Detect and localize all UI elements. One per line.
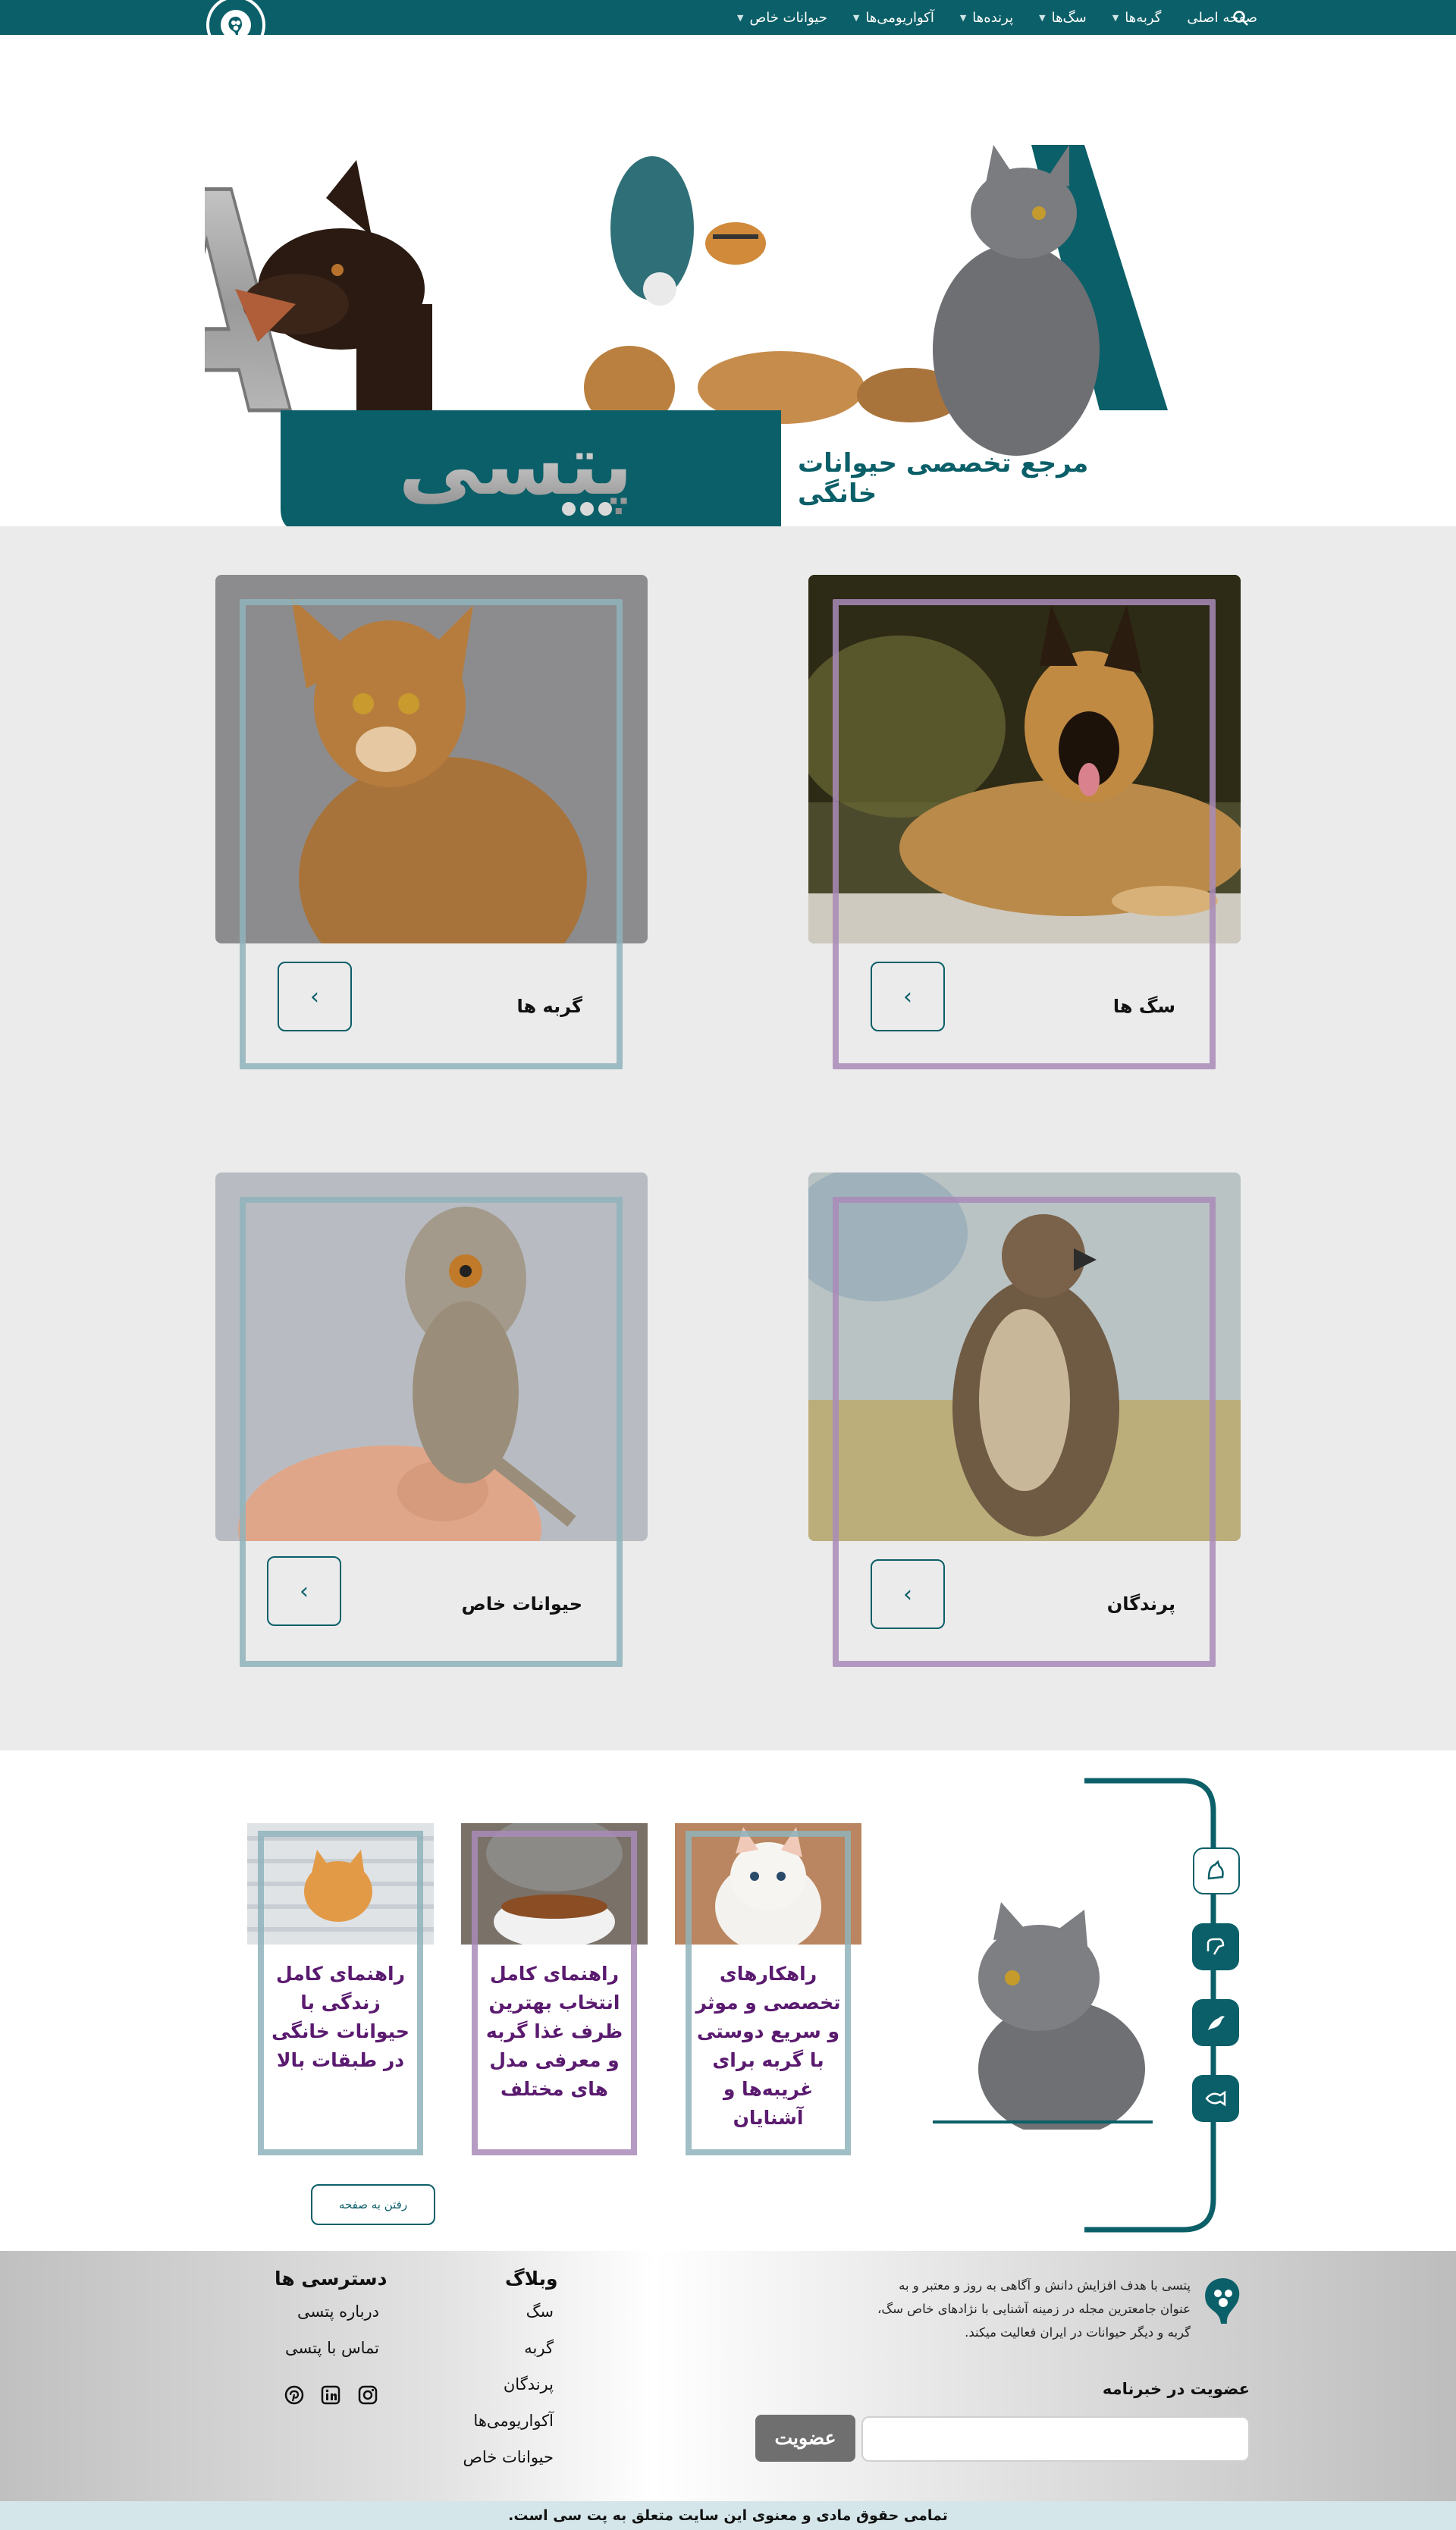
nav-item-label: پرنده‌ها (972, 9, 1014, 26)
view-more-button[interactable]: رفتن به صفحه (311, 2184, 435, 2225)
chevron-right-icon: › (310, 983, 319, 1010)
category-card-birds[interactable]: پرندگان › (808, 1172, 1241, 1673)
footer-link[interactable]: آکواریومی‌ها (473, 2412, 554, 2430)
access-column-title: دسترسی ها (275, 2268, 388, 2290)
bird-image (808, 1172, 1241, 1541)
orange-kitten-image (247, 1823, 434, 1945)
top-navbar: صفحه اصلی گربه‌ها ▼ سگ‌ها ▼ پرنده‌ها ▼ آکوا… (0, 0, 1456, 55)
chevron-right-icon: › (300, 1577, 309, 1605)
main-menu: صفحه اصلی گربه‌ها ▼ سگ‌ها ▼ پرنده‌ها ▼ آکوا… (737, 0, 1257, 35)
chevron-right-button[interactable]: › (267, 1556, 341, 1626)
chevron-down-icon: ▼ (1112, 12, 1119, 23)
chameleon-image (215, 1172, 648, 1541)
blog-card[interactable]: راهنمای کامل زندگی با حیوانات خانگی در ط… (247, 1823, 434, 2208)
paw-logo-icon[interactable] (1195, 2272, 1251, 2328)
category-label: پرندگان (1106, 1593, 1175, 1615)
newsletter-label: عضویت در خبرنامه (1102, 2380, 1250, 2398)
feature-cat-image (925, 1894, 1160, 2137)
nav-item-special-animals[interactable]: حیوانات خاص ▼ (737, 10, 827, 26)
footer-link[interactable]: سگ (526, 2302, 554, 2321)
hero-banner: PETSEA (0, 35, 1456, 532)
category-label: سگ ها (1112, 996, 1175, 1017)
pinterest-icon[interactable] (281, 2381, 308, 2409)
nav-item-label: گربه‌ها (1125, 9, 1162, 26)
subscribe-button[interactable]: عضویت (755, 2415, 855, 2462)
copyright-bar: تمامی حقوق مادی و معنوی این سایت متعلق ب… (0, 2501, 1456, 2530)
nav-item-cats[interactable]: گربه‌ها ▼ (1112, 10, 1162, 26)
chevron-down-icon: ▼ (1039, 12, 1046, 23)
blog-section: راهکارهای تخصصی و موثر و سریع دوستی با گ… (0, 1750, 1456, 2251)
chevron-down-icon: ▼ (959, 12, 967, 23)
dog-image (808, 575, 1241, 943)
dog-icon[interactable] (1192, 1923, 1239, 1970)
search-icon[interactable] (1232, 9, 1250, 27)
cat-icon[interactable] (1193, 1847, 1240, 1894)
cat-image (215, 575, 648, 943)
blog-post-title[interactable]: راهنمای کامل انتخاب بهترین ظرف غذا گربه … (481, 1960, 628, 2104)
footer: پتسی با هدف افزایش دانش و آگاهی به روز و… (0, 2251, 1456, 2501)
nav-item-label: حیوانات خاص (749, 9, 827, 26)
nav-item-label: سگ‌ها (1051, 9, 1087, 26)
footer-link[interactable]: تماس با پتسی (285, 2339, 379, 2357)
about-text: پتسی با هدف افزایش دانش و آگاهی به روز و… (877, 2278, 1191, 2340)
category-card-dogs[interactable]: سگ ها › (808, 575, 1241, 1075)
nav-item-birds[interactable]: پرنده‌ها ▼ (960, 10, 1013, 26)
blog-post-title[interactable]: راهکارهای تخصصی و موثر و سریع دوستی با گ… (695, 1960, 842, 2133)
bird-icon[interactable] (1192, 1999, 1239, 2046)
chevron-right-icon: › (903, 983, 912, 1010)
nav-item-aquarium[interactable]: آکواریومی‌ها ▼ (853, 10, 934, 26)
category-card-special-animals[interactable]: حیوانات خاص › (215, 1172, 648, 1673)
chevron-down-icon: ▼ (736, 12, 744, 23)
blog-column-title: وبلاگ (505, 2268, 558, 2290)
kitten-image (675, 1823, 861, 1945)
category-label: گربه ها (516, 996, 582, 1017)
hero-tagline: مرجع تخصصی حیوانات خانگی (798, 448, 1089, 509)
chevron-right-icon: › (903, 1580, 912, 1608)
angelfish-image (705, 222, 766, 265)
cat-eating-image (461, 1823, 648, 1945)
category-label: حیوانات خاص (461, 1593, 582, 1615)
blog-card[interactable]: راهکارهای تخصصی و موثر و سریع دوستی با گ… (675, 1823, 861, 2208)
chevron-down-icon: ▼ (852, 12, 860, 23)
chevron-right-button[interactable]: › (278, 962, 352, 1031)
chevron-right-button[interactable]: › (871, 962, 945, 1031)
category-card-cats[interactable]: گربه ها › (215, 575, 648, 1075)
blog-card[interactable]: راهنمای کامل انتخاب بهترین ظرف غذا گربه … (461, 1823, 648, 2208)
category-section: سگ ها › گربه ها › پرندگان › حیوانات خاص … (0, 526, 1456, 1750)
chevron-right-button[interactable]: › (871, 1559, 945, 1629)
nav-item-label: آکواریومی‌ها (865, 9, 934, 26)
footer-link[interactable]: درباره پتسی (297, 2302, 379, 2321)
blog-post-title[interactable]: راهنمای کامل زندگی با حیوانات خانگی در ط… (267, 1960, 414, 2075)
fish-icon[interactable] (1192, 2075, 1239, 2122)
footer-link[interactable]: حیوانات خاص (463, 2448, 554, 2466)
footer-link[interactable]: گربه (524, 2339, 554, 2357)
newsletter-email-input[interactable] (861, 2416, 1250, 2462)
instagram-icon[interactable] (354, 2381, 381, 2409)
linkedin-icon[interactable] (317, 2381, 344, 2409)
footer-link[interactable]: پرندگان (504, 2375, 554, 2393)
nav-item-dogs[interactable]: سگ‌ها ▼ (1039, 10, 1087, 26)
svg-text:پتسی: پتسی (398, 416, 632, 514)
parrot-image (610, 156, 694, 306)
